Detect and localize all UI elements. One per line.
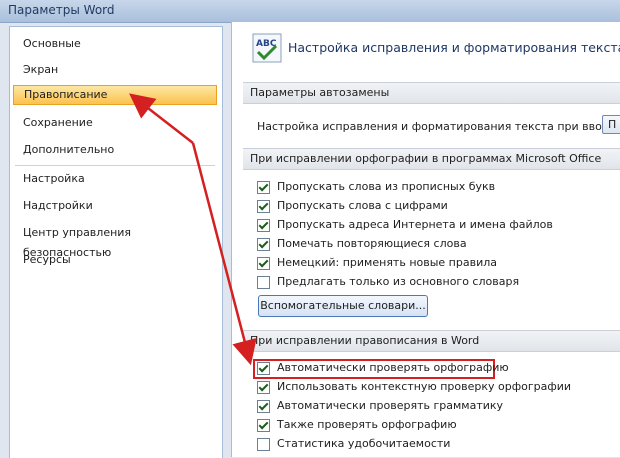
custom-dictionaries-button[interactable]: Вспомогательные словари... (258, 295, 428, 317)
checkbox[interactable] (257, 257, 270, 270)
autocorrect-section-header: Параметры автозамены (243, 82, 620, 104)
checkbox[interactable] (257, 362, 270, 375)
autocorrect-section-title: Параметры автозамены (250, 86, 390, 99)
word-section-title: При исправлении правописания в Word (250, 334, 480, 347)
sidebar-divider (15, 165, 215, 166)
checkbox[interactable] (257, 400, 270, 413)
checkbox[interactable] (257, 276, 270, 289)
checkbox[interactable] (257, 381, 270, 394)
option-label: Использовать контекстную проверку орфогр… (277, 380, 572, 393)
autocorrect-description: Настройка исправления и форматирования т… (257, 120, 620, 133)
sidebar-item-general[interactable]: Основные (13, 34, 217, 54)
checkbox[interactable] (257, 238, 270, 251)
spellcheck-icon: ABC (252, 33, 282, 63)
sidebar-item-advanced[interactable]: Дополнительно (13, 140, 217, 160)
sidebar-item-save[interactable]: Сохранение (13, 113, 217, 133)
panel-header-title: Настройка исправления и форматирования т… (288, 40, 620, 55)
autocorrect-options-button[interactable]: П (602, 115, 620, 134)
main-panel: ABC Настройка исправления и форматирован… (231, 22, 620, 457)
sidebar: Основные Экран Правописание Сохранение Д… (9, 26, 223, 458)
option-label: Пропускать адреса Интернета и имена файл… (277, 218, 553, 231)
sidebar-item-addins[interactable]: Надстройки (13, 196, 217, 216)
sidebar-item-proofing[interactable]: Правописание (13, 85, 217, 105)
option-label: Статистика удобочитаемости (277, 437, 451, 450)
office-section-title: При исправлении орфографии в программах … (250, 152, 602, 165)
office-section-header: При исправлении орфографии в программах … (243, 148, 620, 170)
option-label: Пропускать слова с цифрами (277, 199, 448, 212)
option-label: Также проверять орфографию (277, 418, 457, 431)
option-label: Автоматически проверять грамматику (277, 399, 504, 412)
option-label: Автоматически проверять орфографию (277, 361, 509, 374)
sidebar-item-trust-center[interactable]: Центр управления безопасностью (13, 223, 217, 259)
sidebar-item-display[interactable]: Экран (13, 60, 217, 80)
word-section-header: При исправлении правописания в Word (243, 330, 620, 352)
option-label: Пропускать слова из прописных букв (277, 180, 496, 193)
sidebar-item-customize[interactable]: Настройка (13, 169, 217, 189)
checkbox[interactable] (257, 438, 270, 451)
sidebar-item-resources[interactable]: Ресурсы (13, 250, 217, 270)
checkbox[interactable] (257, 200, 270, 213)
option-label: Предлагать только из основного словаря (277, 275, 520, 288)
title-bar: Параметры Word (0, 0, 620, 23)
option-label: Помечать повторяющиеся слова (277, 237, 467, 250)
option-label: Немецкий: применять новые правила (277, 256, 497, 269)
panel-header: ABC Настройка исправления и форматирован… (232, 22, 620, 74)
window-title: Параметры Word (8, 3, 115, 17)
checkbox[interactable] (257, 419, 270, 432)
checkbox[interactable] (257, 181, 270, 194)
checkbox[interactable] (257, 219, 270, 232)
